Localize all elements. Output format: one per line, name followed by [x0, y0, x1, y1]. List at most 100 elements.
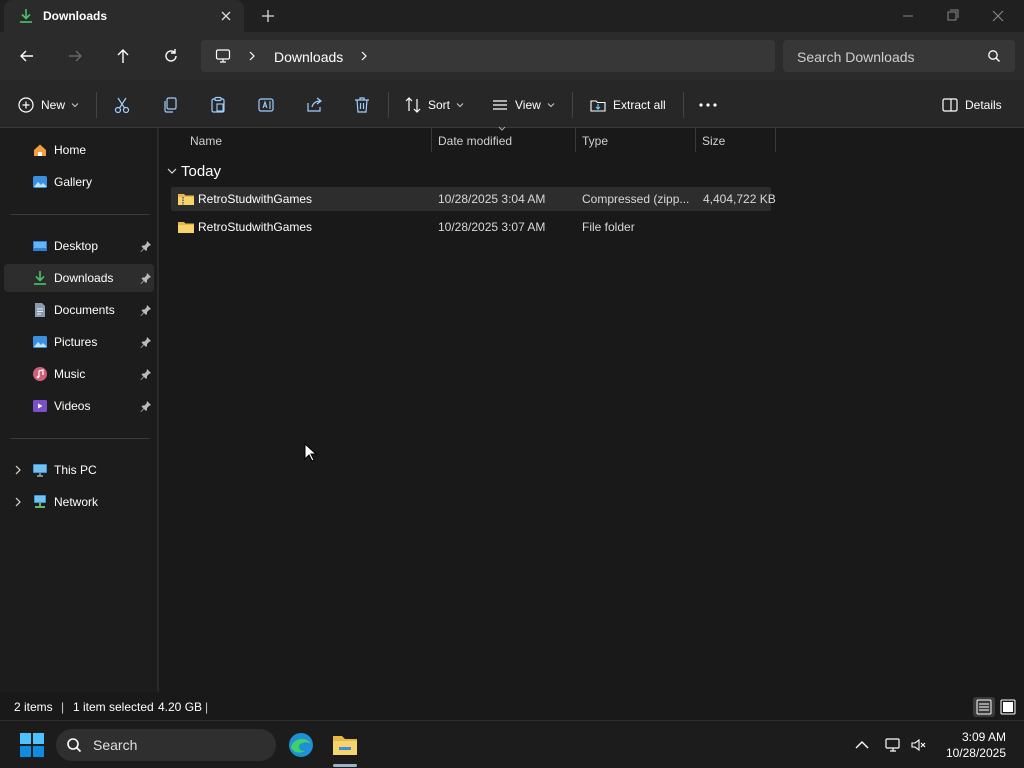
- details-label: Details: [965, 98, 1002, 112]
- monitor-icon[interactable]: [215, 48, 231, 64]
- column-header-date[interactable]: Date modified: [438, 134, 512, 148]
- file-row[interactable]: RetroStudwithGames 10/28/2025 3:04 AM Co…: [171, 187, 776, 211]
- sidebar-item-label: This PC: [54, 463, 97, 477]
- file-type: Compressed (zipp...: [582, 192, 690, 206]
- sidebar-item-music[interactable]: Music: [4, 360, 154, 388]
- file-row[interactable]: RetroStudwithGames 10/28/2025 3:07 AM Fi…: [171, 215, 771, 239]
- details-view-icon[interactable]: [973, 697, 995, 717]
- selection-size: 4.20 GB: [158, 700, 203, 714]
- divider: [572, 92, 573, 118]
- pin-icon[interactable]: [140, 400, 152, 412]
- volume-muted-icon[interactable]: [910, 737, 928, 753]
- column-divider[interactable]: [431, 128, 432, 152]
- chevron-right-icon[interactable]: [12, 464, 24, 476]
- system-clock[interactable]: 3:09 AM 10/28/2025: [946, 729, 1006, 761]
- restore-icon[interactable]: [941, 6, 963, 26]
- sidebar-item-downloads[interactable]: Downloads: [4, 264, 154, 292]
- title-bar: Downloads: [0, 0, 1024, 33]
- chevron-down-icon: [71, 102, 79, 108]
- sort-indicator-icon: [498, 126, 506, 131]
- up-arrow-icon[interactable]: [113, 46, 133, 66]
- tab-downloads[interactable]: Downloads: [4, 0, 244, 33]
- sidebar-item-this-pc[interactable]: This PC: [4, 456, 154, 484]
- file-date: 10/28/2025 3:07 AM: [438, 220, 546, 234]
- sort-icon: [404, 96, 422, 114]
- details-button[interactable]: Details: [941, 95, 1002, 115]
- chevron-up-icon[interactable]: [853, 737, 871, 753]
- mouse-cursor-icon: [304, 443, 318, 463]
- sidebar-item-videos[interactable]: Videos: [4, 392, 154, 420]
- close-window-icon[interactable]: [987, 6, 1009, 26]
- sidebar-item-label: Desktop: [54, 239, 99, 253]
- music-icon: [32, 366, 48, 382]
- file-date: 10/28/2025 3:04 AM: [438, 192, 546, 206]
- divider: [96, 92, 97, 118]
- pin-icon[interactable]: [140, 240, 152, 252]
- chevron-down-icon: [167, 167, 177, 175]
- copy-icon[interactable]: [160, 95, 180, 115]
- column-divider[interactable]: [775, 128, 776, 152]
- share-icon[interactable]: [304, 95, 324, 115]
- selection-count: 1 item selected: [73, 700, 154, 714]
- pin-icon[interactable]: [140, 304, 152, 316]
- pin-icon[interactable]: [140, 272, 152, 284]
- sidebar-item-documents[interactable]: Documents: [4, 296, 154, 324]
- rename-icon[interactable]: [256, 95, 276, 115]
- pictures-icon: [32, 334, 48, 350]
- cut-icon[interactable]: [112, 95, 132, 115]
- breadcrumb-downloads[interactable]: Downloads: [274, 49, 343, 65]
- chevron-right-icon[interactable]: [247, 50, 257, 62]
- pin-icon[interactable]: [140, 336, 152, 348]
- new-tab-icon[interactable]: [260, 8, 276, 24]
- column-header-size[interactable]: Size: [702, 134, 725, 148]
- network-icon: [32, 494, 48, 510]
- file-name: RetroStudwithGames: [198, 220, 313, 234]
- file-type: File folder: [582, 220, 635, 234]
- paste-icon[interactable]: [208, 95, 228, 115]
- column-divider[interactable]: [695, 128, 696, 152]
- command-bar: New Sort View Extract all Details: [0, 80, 1024, 128]
- sidebar-item-desktop[interactable]: Desktop: [4, 232, 154, 260]
- column-header-type[interactable]: Type: [582, 134, 608, 148]
- sort-label: Sort: [428, 98, 451, 112]
- taskbar-search-input[interactable]: Search: [56, 729, 276, 761]
- new-button[interactable]: New: [17, 95, 79, 115]
- sidebar-item-gallery[interactable]: Gallery: [4, 168, 154, 196]
- delete-icon[interactable]: [352, 95, 372, 115]
- forward-arrow-icon[interactable]: [65, 46, 85, 66]
- minimize-icon[interactable]: [897, 6, 919, 26]
- file-explorer-icon[interactable]: [329, 729, 361, 761]
- sidebar-item-label: Documents: [54, 303, 115, 317]
- address-bar[interactable]: Downloads: [201, 40, 775, 72]
- search-icon[interactable]: [987, 49, 1001, 63]
- refresh-icon[interactable]: [161, 46, 181, 66]
- display-icon[interactable]: [884, 737, 902, 753]
- view-button[interactable]: View: [491, 95, 555, 115]
- sidebar-item-home[interactable]: Home: [4, 136, 154, 164]
- back-arrow-icon[interactable]: [17, 46, 37, 66]
- tiles-view-icon[interactable]: [997, 697, 1019, 717]
- divider: [388, 92, 389, 118]
- search-icon: [66, 737, 82, 753]
- start-windows-icon[interactable]: [16, 729, 48, 761]
- column-header-name[interactable]: Name: [190, 134, 222, 148]
- this-pc-icon: [32, 462, 48, 478]
- sidebar-item-pictures[interactable]: Pictures: [4, 328, 154, 356]
- active-app-indicator: [333, 764, 357, 767]
- divider: [10, 438, 150, 439]
- column-divider[interactable]: [575, 128, 576, 152]
- edge-browser-icon[interactable]: [285, 729, 317, 761]
- sort-button[interactable]: Sort: [404, 95, 464, 115]
- chevron-right-icon[interactable]: [12, 496, 24, 508]
- taskbar-search-label: Search: [93, 737, 138, 753]
- view-label: View: [515, 98, 541, 112]
- plus-circle-icon: [17, 96, 35, 114]
- sidebar-item-network[interactable]: Network: [4, 488, 154, 516]
- pin-icon[interactable]: [140, 368, 152, 380]
- search-input[interactable]: Search Downloads: [783, 40, 1015, 72]
- chevron-right-icon[interactable]: [359, 50, 369, 62]
- clock-date: 10/28/2025: [945, 746, 1006, 760]
- close-tab-icon[interactable]: [218, 8, 234, 24]
- more-options-icon[interactable]: [698, 95, 718, 115]
- extract-all-button[interactable]: Extract all: [589, 95, 666, 115]
